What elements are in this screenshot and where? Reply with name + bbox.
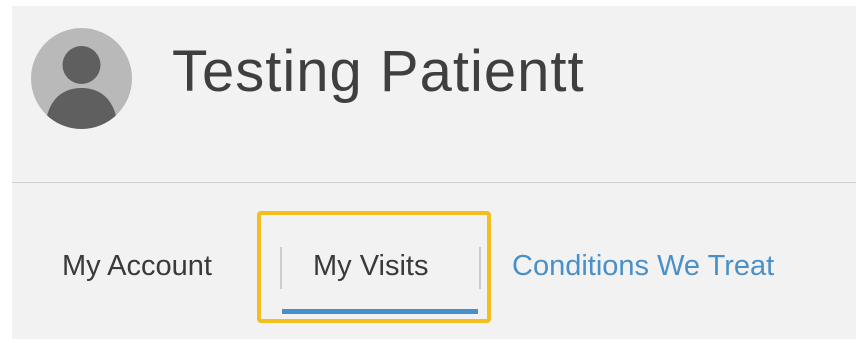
- active-tab-indicator: [282, 309, 478, 314]
- tab-divider: [280, 247, 282, 289]
- tab-divider: [479, 247, 481, 289]
- tab-my-visits[interactable]: My Visits: [313, 249, 428, 284]
- tab-conditions-we-treat[interactable]: Conditions We Treat: [512, 249, 774, 284]
- patient-name: Testing Patientt: [172, 39, 585, 104]
- tab-my-account[interactable]: My Account: [62, 249, 212, 284]
- user-avatar-icon: [31, 28, 132, 129]
- profile-header: Testing Patientt: [12, 6, 856, 183]
- profile-panel: Testing Patientt My Account My Visits Co…: [12, 6, 856, 339]
- profile-tabs: My Account My Visits Conditions We Treat: [12, 183, 856, 339]
